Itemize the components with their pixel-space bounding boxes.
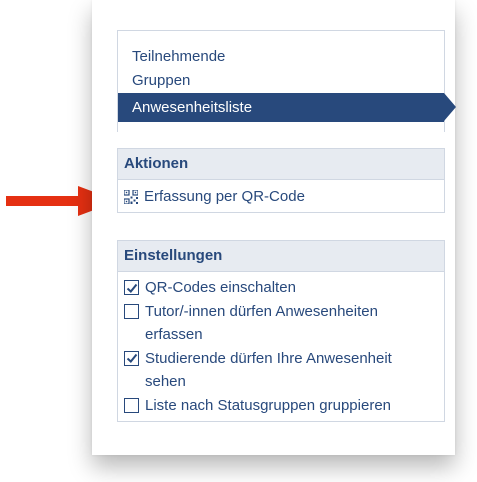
nav-item-gruppen[interactable]: Gruppen [118, 69, 190, 93]
setting-students-see-attendance[interactable]: Studierende dürfen Ihre Anwesenheit sehen [124, 347, 438, 394]
setting-label: Studierende dürfen Ihre Anwesenheit sehen [145, 349, 392, 391]
checkbox-unchecked[interactable] [124, 397, 139, 413]
setting-qr-codes-enable[interactable]: QR-Codes einschalten [124, 276, 438, 300]
setting-label: Tutor/-innen dürfen Anwesenheiten erfasse… [145, 302, 378, 344]
checkbox-unchecked[interactable] [124, 303, 139, 319]
qr-code-capture-label: Erfassung per QR-Code [144, 188, 305, 205]
checkbox-checked[interactable] [124, 350, 139, 366]
setting-tutors-record-attendance[interactable]: Tutor/-innen dürfen Anwesenheiten erfasse… [124, 300, 438, 347]
setting-label: Liste nach Statusgruppen gruppieren [145, 396, 392, 414]
setting-group-by-status[interactable]: Liste nach Statusgruppen gruppieren [124, 394, 438, 418]
sidebar-panel: Teilnehmende Gruppen Anwesenheitsliste A… [92, 0, 456, 455]
actions-title: Aktionen [118, 149, 444, 180]
actions-widget: Aktionen Erfassung per QR-Code [117, 148, 445, 213]
settings-widget: Einstellungen QR-Codes einschalten Tutor… [117, 240, 445, 422]
nav-item-anwesenheitsliste[interactable]: Anwesenheitsliste [118, 93, 456, 122]
setting-label: QR-Codes einschalten [145, 279, 296, 296]
nav-item-teilnehmende[interactable]: Teilnehmende [118, 45, 225, 69]
checkbox-checked[interactable] [124, 280, 139, 295]
qr-code-icon [124, 190, 138, 204]
qr-code-capture-link[interactable]: Erfassung per QR-Code [124, 186, 438, 208]
settings-title: Einstellungen [118, 241, 444, 272]
navigation-list: Teilnehmende Gruppen Anwesenheitsliste [117, 30, 456, 132]
